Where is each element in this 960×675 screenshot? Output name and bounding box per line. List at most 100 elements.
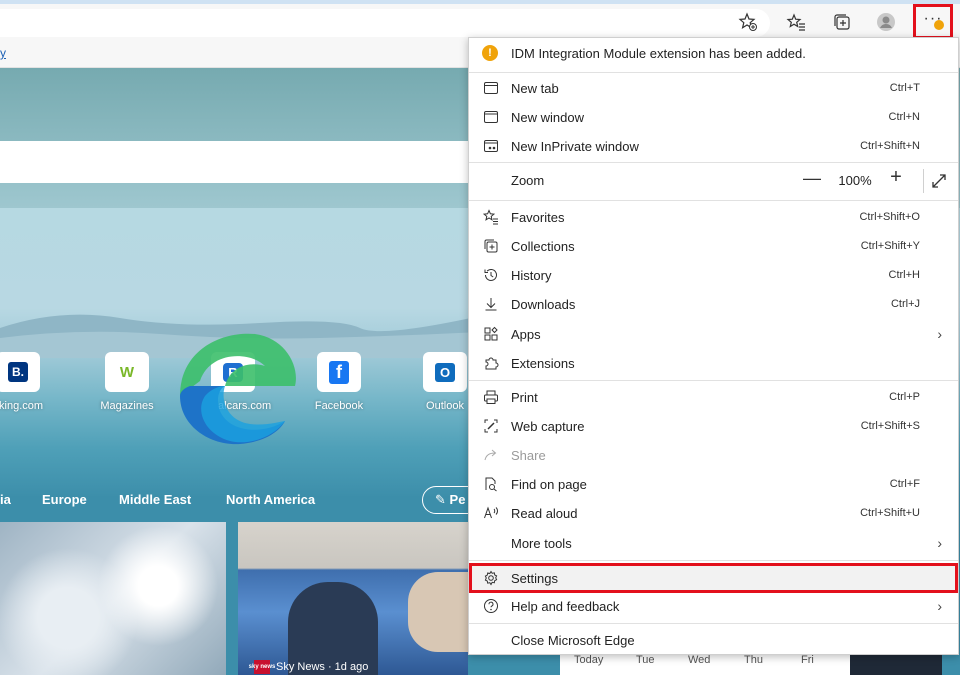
print-icon	[482, 388, 500, 406]
quick-link-label: Magazines	[100, 400, 154, 412]
favorites-icon	[482, 208, 500, 226]
address-bar[interactable]	[0, 9, 770, 37]
nav-item-middle-east[interactable]: Middle East	[119, 492, 191, 507]
full-screen-icon[interactable]	[927, 170, 951, 192]
menu-item-label: Print	[511, 389, 538, 405]
nav-item-region[interactable]: ia	[0, 492, 11, 507]
zoom-out-button[interactable]: —	[799, 168, 825, 194]
zoom-divider	[923, 169, 924, 193]
booking-logo: B.	[0, 352, 40, 392]
menu-item-shortcut: Ctrl+Shift+O	[859, 211, 920, 223]
help-icon	[482, 597, 500, 615]
menu-divider	[469, 623, 958, 624]
menu-item-label: Help and feedback	[511, 598, 620, 614]
menu-item-history[interactable]: History Ctrl+H	[469, 261, 958, 289]
news-source-label: Sky News · 1d ago	[276, 661, 369, 673]
menu-item-help-and-feedback[interactable]: Help and feedback ›	[469, 592, 958, 620]
quick-link-magazines[interactable]: W Magazines	[87, 352, 167, 412]
calendar-day: Today	[574, 654, 604, 666]
web-capture-icon	[482, 417, 500, 435]
favorites-bar-link[interactable]: y	[0, 46, 6, 60]
new-window-icon	[482, 108, 500, 126]
menu-item-new-inprivate-window[interactable]: New InPrivate window Ctrl+Shift+N	[469, 132, 958, 160]
menu-item-label: New window	[511, 109, 584, 125]
menu-item-shortcut: Ctrl+N	[888, 111, 920, 123]
menu-divider	[469, 380, 958, 381]
calendar-day: Thu	[744, 654, 763, 666]
menu-divider	[469, 72, 958, 73]
chevron-right-icon: ›	[937, 535, 942, 551]
settings-icon	[482, 569, 500, 587]
menu-item-shortcut: Ctrl+Shift+U	[860, 507, 920, 519]
menu-item-label: Settings	[511, 570, 558, 586]
zoom-value: 100%	[838, 173, 872, 188]
menu-item-more-tools[interactable]: More tools ›	[469, 529, 958, 557]
menu-item-label: Web capture	[511, 418, 585, 434]
menu-item-collections[interactable]: Collections Ctrl+Shift+Y	[469, 232, 958, 260]
news-source: sky news Sky News · 1d ago	[249, 660, 369, 674]
quick-link-booking[interactable]: B. oking.com	[0, 352, 58, 412]
menu-item-close-edge[interactable]: Close Microsoft Edge	[469, 626, 958, 654]
extension-notification[interactable]: ! IDM Integration Module extension has b…	[469, 38, 958, 68]
news-card-image[interactable]	[0, 522, 226, 675]
collections-icon	[482, 237, 500, 255]
chevron-right-icon: ›	[937, 598, 942, 614]
menu-item-share: Share	[469, 441, 958, 469]
news-card-image-detail	[408, 572, 468, 652]
quick-link-label: oking.com	[0, 400, 44, 412]
menu-item-label: History	[511, 267, 552, 283]
menu-item-label: Close Microsoft Edge	[511, 632, 635, 648]
menu-item-web-capture[interactable]: Web capture Ctrl+Shift+S	[469, 412, 958, 440]
sky-news-logo: sky news	[249, 660, 275, 674]
collections-icon[interactable]	[828, 9, 856, 35]
quick-link-facebook[interactable]: f Facebook	[299, 352, 379, 412]
profile-icon[interactable]	[872, 9, 900, 35]
calendar-day: Fri	[801, 654, 814, 666]
menu-item-find-on-page[interactable]: Find on page Ctrl+F	[469, 470, 958, 498]
menu-item-settings[interactable]: Settings	[469, 564, 958, 592]
menu-item-apps[interactable]: Apps ›	[469, 320, 958, 348]
apps-icon	[482, 325, 500, 343]
read-aloud-icon	[482, 504, 500, 522]
menu-item-label: Read aloud	[511, 505, 578, 521]
find-icon	[482, 475, 500, 493]
menu-item-new-tab[interactable]: New tab Ctrl+T	[469, 74, 958, 102]
notification-text: IDM Integration Module extension has bee…	[511, 46, 806, 61]
personalize-label: Pe	[449, 492, 466, 507]
menu-divider	[469, 162, 958, 163]
nav-item-europe[interactable]: Europe	[42, 492, 87, 507]
menu-item-label: Downloads	[511, 296, 576, 312]
menu-item-shortcut: Ctrl+T	[889, 82, 920, 94]
menu-item-print[interactable]: Print Ctrl+P	[469, 383, 958, 411]
menu-item-extensions[interactable]: Extensions	[469, 349, 958, 377]
chevron-right-icon: ›	[937, 326, 942, 342]
share-icon	[482, 446, 500, 464]
notification-badge-icon	[934, 20, 944, 30]
menu-item-label: Extensions	[511, 355, 575, 371]
news-card[interactable]: sky news Sky News · 1d ago	[238, 522, 468, 675]
menu-item-downloads[interactable]: Downloads Ctrl+J	[469, 290, 958, 318]
calendar-day: Wed	[688, 654, 711, 666]
settings-and-more-menu: ! IDM Integration Module extension has b…	[468, 37, 959, 655]
nav-item-north-america[interactable]: North America	[226, 492, 315, 507]
menu-item-label: More tools	[511, 535, 572, 551]
menu-item-read-aloud[interactable]: Read aloud Ctrl+Shift+U	[469, 499, 958, 527]
menu-item-label: Find on page	[511, 476, 587, 492]
browser-toolbar	[0, 4, 960, 38]
warning-icon: !	[482, 45, 498, 61]
web-search-box[interactable]	[0, 141, 500, 183]
zoom-row: Zoom — 100% +	[469, 164, 958, 198]
menu-item-favorites[interactable]: Favorites Ctrl+Shift+O	[469, 203, 958, 231]
downloads-icon	[482, 295, 500, 313]
menu-item-label: New tab	[511, 80, 559, 96]
zoom-in-button[interactable]: +	[883, 166, 909, 192]
favorites-icon[interactable]	[782, 9, 810, 35]
menu-item-new-window[interactable]: New window Ctrl+N	[469, 103, 958, 131]
menu-item-shortcut: Ctrl+Shift+S	[860, 420, 920, 432]
facebook-logo: f	[317, 352, 361, 392]
menu-item-shortcut: Ctrl+H	[888, 269, 920, 281]
settings-and-more-button[interactable]: ···	[913, 4, 953, 39]
menu-item-shortcut: Ctrl+Shift+N	[860, 140, 920, 152]
add-favorite-icon[interactable]	[734, 9, 762, 35]
zoom-label: Zoom	[511, 173, 545, 188]
